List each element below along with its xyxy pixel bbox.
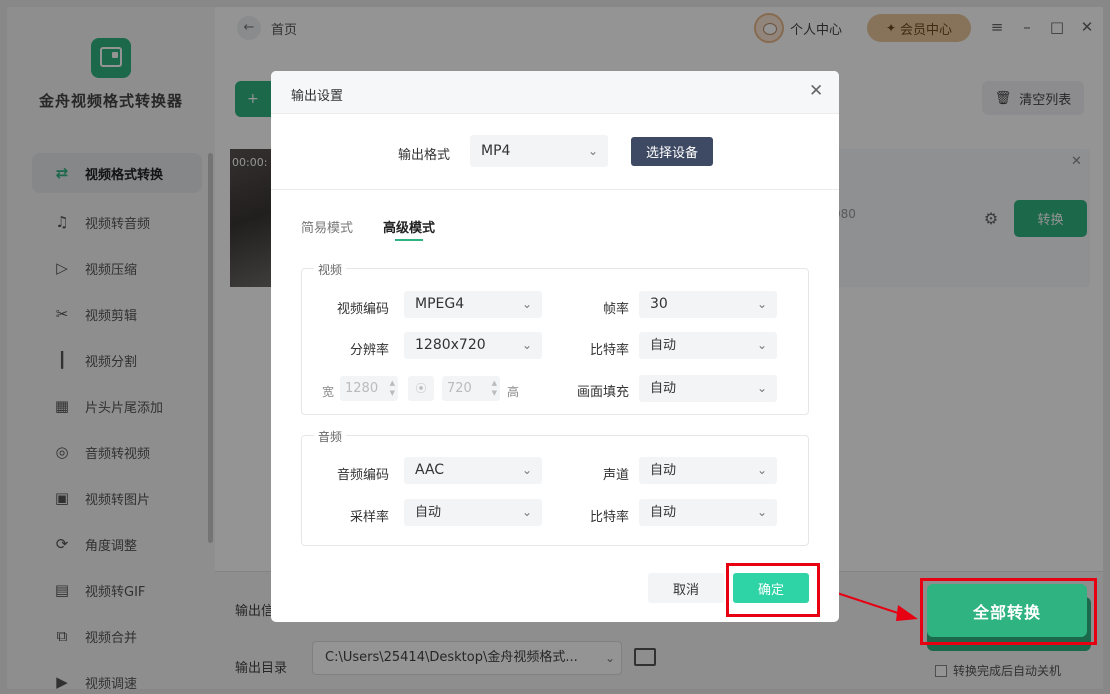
format-label: 输出格式 [398,148,451,163]
chevron-down-icon: ⌄ [521,338,532,352]
convert-all-button-highlighted[interactable]: 全部转换 [927,584,1087,637]
chevron-down-icon: ⌄ [756,297,767,311]
fill-select[interactable]: 自动 ⌄ [639,375,777,402]
fps-label: 帧率 [602,302,629,317]
chevron-down-icon: ⌄ [756,338,767,352]
video-codec-select[interactable]: MPEG4 ⌄ [404,291,542,318]
width-value: 1280 [345,381,379,396]
channel-select[interactable]: 自动 ⌄ [639,457,777,484]
chevron-down-icon: ⌄ [521,297,532,311]
fill-label: 画面填充 [576,385,629,400]
video-bitrate-select[interactable]: 自动 ⌄ [639,332,777,359]
video-legend: 视频 [314,261,347,278]
fps-select[interactable]: 30 ⌄ [639,291,777,318]
output-settings-dialog: 输出设置 ✕ 输出格式 MP4 ⌄ 选择设备 简易模式 高级模式 视频 视频编码… [271,71,839,622]
channel-value: 自动 [650,463,677,478]
resolution-value: 1280x720 [415,337,486,353]
video-codec-label: 视频编码 [336,302,389,317]
samplerate-value: 自动 [415,505,442,520]
width-input[interactable]: 1280 ▲ ▼ [340,376,398,401]
audio-codec-label: 音频编码 [336,468,389,483]
dialog-header: 输出设置 ✕ [271,71,839,114]
video-settings-group: 视频 视频编码 MPEG4 ⌄ 帧率 30 ⌄ 分辨率 1280x720 ⌄ 比… [301,261,809,415]
highlight-box-confirm [726,563,820,617]
tab-simple-mode[interactable]: 简易模式 [301,217,353,236]
audio-bitrate-value: 自动 [650,505,677,520]
audio-bitrate-label: 比特率 [589,510,629,525]
tab-advanced-mode[interactable]: 高级模式 [383,217,435,241]
audio-legend: 音频 [314,428,347,445]
chevron-down-icon: ⌄ [756,463,767,477]
samplerate-label: 采样率 [349,510,389,525]
chevron-down-icon: ⌄ [756,505,767,519]
height-input[interactable]: 720 ▲ ▼ [442,376,500,401]
chevron-down-icon: ⌄ [587,144,598,158]
audio-codec-select[interactable]: AAC ⌄ [404,457,542,484]
samplerate-select[interactable]: 自动 ⌄ [404,499,542,526]
chevron-down-icon: ⌄ [756,381,767,395]
height-label: 高 [507,385,520,399]
select-device-button[interactable]: 选择设备 [631,137,713,166]
channel-label: 声道 [602,468,629,483]
width-label: 宽 [322,385,335,399]
audio-settings-group: 音频 音频编码 AAC ⌄ 声道 自动 ⌄ 采样率 自动 ⌄ 比特率 自动 ⌄ [301,428,809,546]
mode-tabs: 简易模式 高级模式 [301,217,465,241]
video-codec-value: MPEG4 [415,296,465,312]
spinner-icon: ▲ ▼ [491,379,497,397]
spinner-icon: ▲ ▼ [389,379,395,397]
video-bitrate-value: 自动 [650,338,677,353]
arrow-annotation-icon [833,591,918,621]
audio-bitrate-select[interactable]: 自动 ⌄ [639,499,777,526]
cancel-button[interactable]: 取消 [648,573,724,603]
fill-value: 自动 [650,381,677,396]
height-value: 720 [447,381,472,396]
resolution-label: 分辨率 [349,343,389,358]
dialog-title: 输出设置 [291,89,344,104]
audio-codec-value: AAC [415,462,445,478]
chevron-down-icon: ⌄ [521,463,532,477]
format-select[interactable]: MP4 ⌄ [470,135,608,167]
close-icon[interactable]: ✕ [809,81,823,101]
resolution-select[interactable]: 1280x720 ⌄ [404,332,542,359]
format-row: 输出格式 MP4 ⌄ 选择设备 [271,114,839,190]
link-icon[interactable]: ⦿ [408,376,434,401]
chevron-down-icon: ⌄ [521,505,532,519]
fps-value: 30 [650,296,668,312]
format-value: MP4 [481,143,511,159]
video-bitrate-label: 比特率 [589,343,629,358]
